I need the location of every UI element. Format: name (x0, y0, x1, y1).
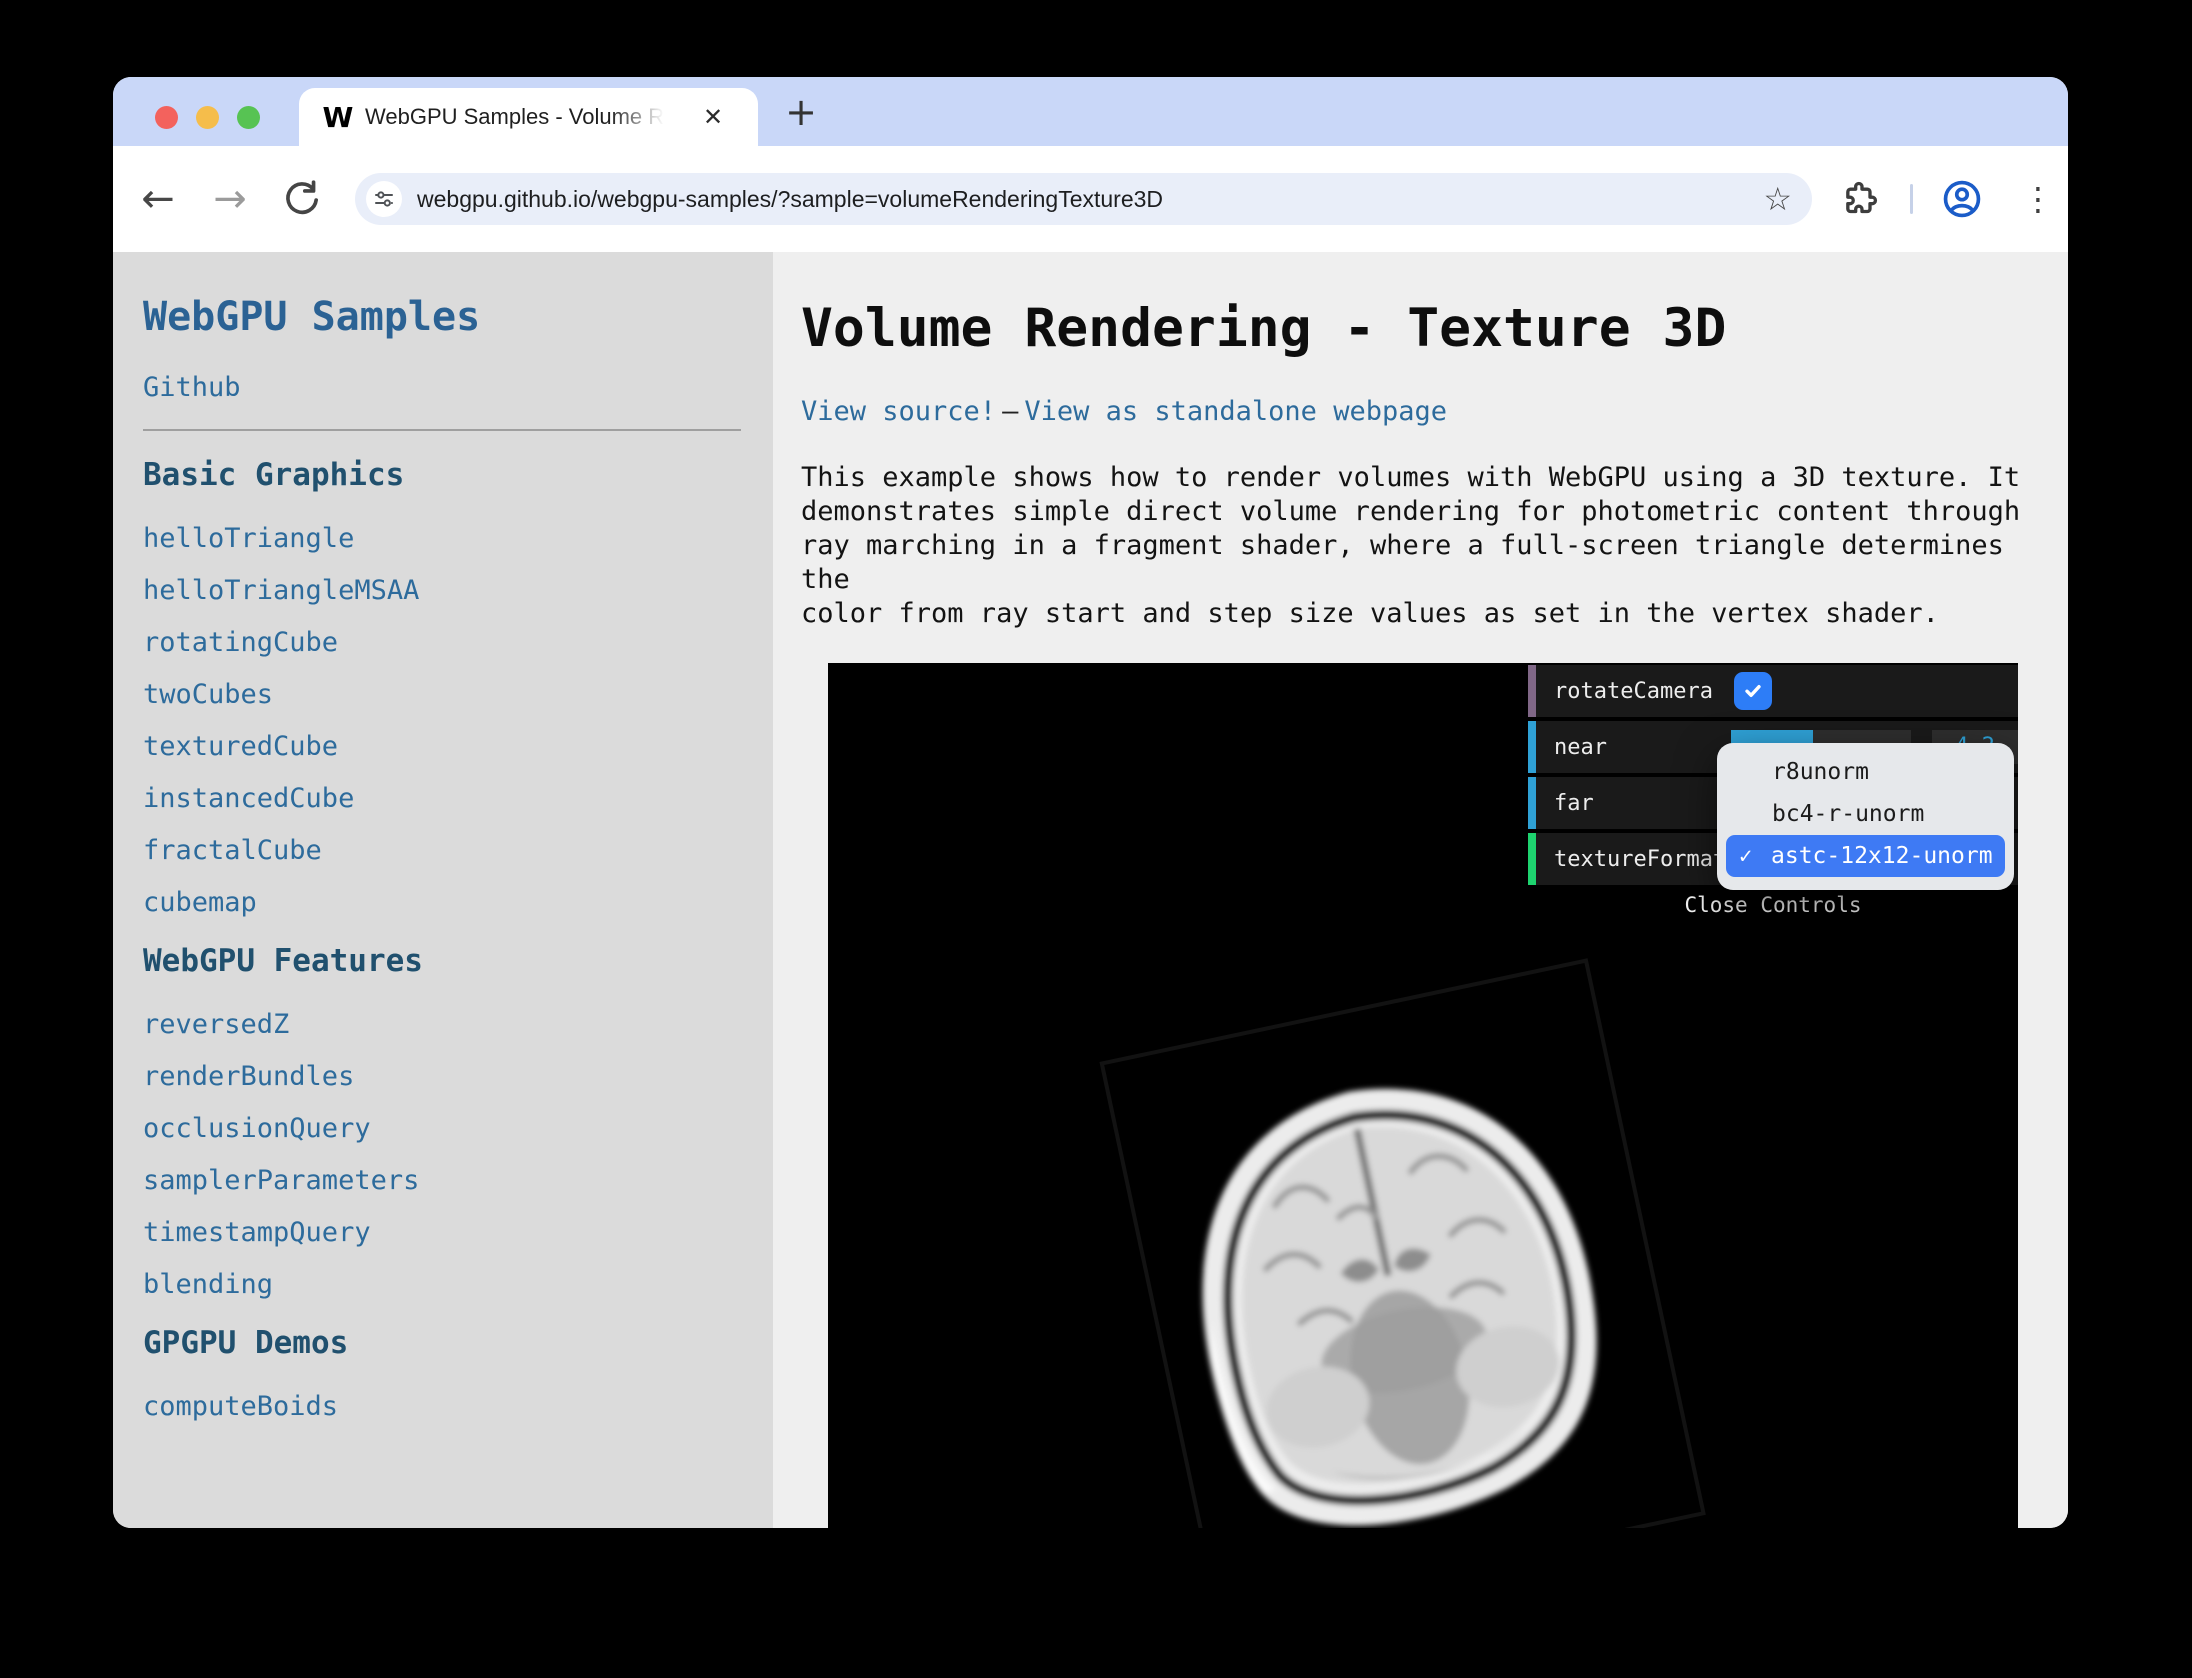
section-heading-basic-graphics: Basic Graphics (143, 457, 743, 493)
sidebar-item-cubemap[interactable]: cubemap (143, 887, 743, 919)
gui-label-rotateCamera: rotateCamera (1554, 679, 1713, 704)
sidebar-item-texturedCube[interactable]: texturedCube (143, 731, 743, 763)
view-source-link[interactable]: View source! (801, 396, 996, 427)
sidebar-item-computeBoids[interactable]: computeBoids (143, 1391, 743, 1423)
dropdown-option-bc4-r-unorm[interactable]: bc4-r-unorm (1717, 793, 2014, 835)
window-minimize-button[interactable] (196, 106, 219, 129)
standalone-link[interactable]: View as standalone webpage (1024, 396, 1447, 427)
sidebar-item-helloTriangleMSAA[interactable]: helloTriangleMSAA (143, 575, 743, 607)
sidebar-item-fractalCube[interactable]: fractalCube (143, 835, 743, 867)
tab-strip: W WebGPU Samples - Volume R ✕ + (113, 77, 2068, 146)
sidebar-divider (143, 429, 741, 431)
sidebar-item-helloTriangle[interactable]: helloTriangle (143, 523, 743, 555)
dropdown-option-label: astc-12x12-unorm (1771, 843, 1993, 869)
desktop-background: W WebGPU Samples - Volume R ✕ + ← → (0, 0, 2192, 1678)
url-text[interactable]: webgpu.github.io/webgpu-samples/?sample=… (417, 186, 1763, 213)
new-tab-button[interactable]: + (779, 91, 823, 135)
sample-main: Volume Rendering - Texture 3D View sourc… (773, 252, 2068, 1528)
close-tab-icon[interactable]: ✕ (698, 102, 728, 132)
bookmark-star-icon[interactable]: ☆ (1763, 180, 1792, 218)
toolbar-separator (1910, 184, 1913, 214)
gui-label-textureFormat: textureFormat (1554, 847, 1726, 872)
link-separator: — (1002, 396, 1018, 427)
sidebar-item-rotatingCube[interactable]: rotatingCube (143, 627, 743, 659)
address-bar[interactable]: webgpu.github.io/webgpu-samples/?sample=… (355, 173, 1812, 225)
gui-row-rotateCamera: rotateCamera (1528, 665, 2018, 717)
webgpu-logo-icon: W (321, 101, 353, 133)
github-link[interactable]: Github (143, 372, 743, 403)
sample-description: This example shows how to render volumes… (801, 461, 2051, 631)
back-icon[interactable]: ← (133, 146, 183, 252)
extensions-icon[interactable] (1839, 179, 1879, 219)
rotate-camera-checkbox[interactable] (1734, 672, 1772, 710)
sidebar-item-twoCubes[interactable]: twoCubes (143, 679, 743, 711)
texture-format-dropdown: r8unorm bc4-r-unorm ✓ astc-12x12-unorm (1717, 743, 2014, 890)
browser-toolbar: ← → webgpu.github.io/webgpu-s (113, 146, 2068, 252)
sidebar-item-occlusionQuery[interactable]: occlusionQuery (143, 1113, 743, 1145)
dropdown-option-r8unorm[interactable]: r8unorm (1717, 751, 2014, 793)
section-heading-gpgpu-demos: GPGPU Demos (143, 1325, 743, 1361)
browser-menu-icon[interactable]: ⋮ (2018, 146, 2058, 252)
sidebar-item-blending[interactable]: blending (143, 1269, 743, 1301)
sidebar-item-timestampQuery[interactable]: timestampQuery (143, 1217, 743, 1249)
forward-icon[interactable]: → (205, 146, 255, 252)
webgpu-canvas[interactable]: rotateCamera near 4.2 (828, 663, 2018, 1528)
samples-sidebar: WebGPU Samples Github Basic Graphics hel… (113, 252, 773, 1528)
sidebar-item-samplerParameters[interactable]: samplerParameters (143, 1165, 743, 1197)
profile-icon[interactable] (1941, 178, 1983, 220)
sidebar-title: WebGPU Samples (143, 294, 743, 340)
browser-window: W WebGPU Samples - Volume R ✕ + ← → (113, 77, 2068, 1528)
reload-icon[interactable] (277, 146, 327, 252)
window-close-button[interactable] (155, 106, 178, 129)
section-heading-webgpu-features: WebGPU Features (143, 943, 743, 979)
site-settings-icon[interactable] (366, 181, 402, 217)
sidebar-item-reversedZ[interactable]: reversedZ (143, 1009, 743, 1041)
sidebar-item-instancedCube[interactable]: instancedCube (143, 783, 743, 815)
sidebar-item-renderBundles[interactable]: renderBundles (143, 1061, 743, 1093)
source-links: View source!—View as standalone webpage (801, 396, 2068, 428)
tab-title: WebGPU Samples - Volume R (365, 104, 664, 130)
page-title: Volume Rendering - Texture 3D (801, 298, 2068, 360)
close-controls-button[interactable]: Close Controls (1528, 889, 2018, 923)
dropdown-option-astc-12x12-unorm[interactable]: ✓ astc-12x12-unorm (1726, 835, 2005, 877)
gui-label-far: far (1554, 791, 1594, 816)
window-zoom-button[interactable] (237, 106, 260, 129)
checkmark-icon (1741, 679, 1765, 703)
browser-tab[interactable]: W WebGPU Samples - Volume R ✕ (299, 88, 758, 146)
selected-check-icon: ✓ (1739, 844, 1771, 869)
gui-label-near: near (1554, 735, 1607, 760)
